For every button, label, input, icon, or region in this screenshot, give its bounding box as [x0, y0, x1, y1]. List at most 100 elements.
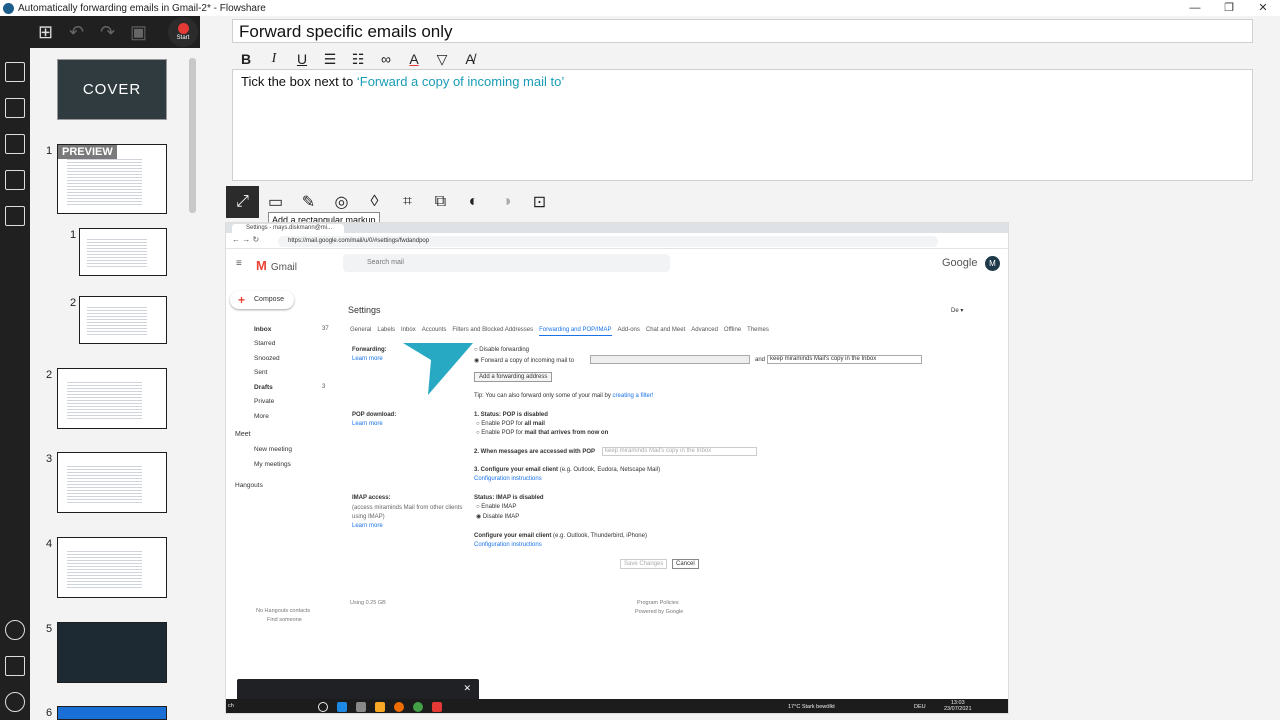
- pop-enable-all: ○ Enable POP for all mail: [476, 421, 545, 427]
- new-document-icon[interactable]: [5, 62, 25, 82]
- highlight-icon[interactable]: ▽: [428, 48, 456, 70]
- pop-configure: 3. Configure your email client (e.g. Out…: [474, 467, 661, 473]
- menu-icon: ≡: [236, 258, 242, 269]
- step-editor: Forward specific emails only B I U ☰ ☷ ∞…: [200, 16, 1280, 720]
- browser-address-bar: ← → ↻ https://mail.google.com/mail/u/0/#…: [226, 233, 1008, 249]
- storage-usage: Using 0.25 GB: [350, 600, 386, 606]
- disabled-tool-icon[interactable]: ◑: [490, 186, 523, 218]
- save-changes-button: Save Changes: [620, 559, 668, 569]
- info-icon[interactable]: [5, 692, 25, 712]
- nav-item: Inbox: [254, 326, 272, 333]
- settings-tab: Themes: [747, 327, 769, 333]
- pop-config-link: Configuration instructions: [474, 476, 542, 482]
- thumb-number: 4: [46, 538, 53, 550]
- step-thumbnail[interactable]: [57, 537, 167, 598]
- crop-region-icon[interactable]: ⧉: [424, 186, 457, 218]
- capture-icon[interactable]: ▣: [123, 18, 154, 46]
- step-screenshot[interactable]: Settings - mays.diskmann@mi... ← → ↻ htt…: [225, 222, 1009, 714]
- cancel-button: Cancel: [672, 559, 699, 569]
- add-step-icon[interactable]: ⊞: [30, 18, 61, 46]
- sub-step-thumbnail[interactable]: [79, 296, 167, 344]
- start-recording-button[interactable]: Start: [168, 17, 198, 47]
- help-icon[interactable]: [5, 656, 25, 676]
- powered-by: Powered by Google: [635, 609, 684, 615]
- step-thumbnail[interactable]: [57, 622, 167, 683]
- arrow-markup-icon: [403, 343, 473, 395]
- numbered-list-icon[interactable]: ☰: [316, 48, 344, 70]
- preview-thumbnail[interactable]: PREVIEW: [57, 144, 167, 214]
- thumb-number: 1: [46, 145, 53, 157]
- redo-icon[interactable]: ↷: [92, 18, 123, 46]
- browser-url: https://mail.google.com/mail/u/0/#settin…: [278, 236, 938, 247]
- insert-image-icon[interactable]: ⊡: [523, 186, 556, 218]
- nav-item: Private: [254, 398, 275, 405]
- forwarding-label: Forwarding:: [352, 347, 387, 353]
- step-title-input[interactable]: Forward specific emails only: [232, 19, 1253, 43]
- nav-arrows-icon: ← → ↻: [232, 235, 260, 244]
- window-title: Automatically forwarding emails in Gmail…: [18, 2, 266, 14]
- open-folder-icon[interactable]: [5, 98, 25, 118]
- taskbar-search: ch: [228, 703, 234, 709]
- thumb-number: 6: [46, 707, 53, 719]
- settings-tab: Labels: [377, 327, 396, 333]
- pop-label: POP download:: [352, 412, 397, 418]
- gmail-logo: M Gmail: [256, 258, 297, 273]
- settings-title: Settings: [348, 305, 381, 315]
- close-window-button[interactable]: ✕: [1246, 0, 1280, 16]
- start-label: Start: [176, 35, 190, 41]
- settings-tabs: General Labels Inbox Accounts Filters and Bl…: [350, 327, 775, 336]
- palette-icon[interactable]: ◐: [457, 186, 490, 218]
- thumbnail-scrollbar[interactable]: [189, 58, 196, 213]
- clock: 13:03 23/07/2021: [944, 700, 972, 712]
- settings-tab: Inbox: [401, 327, 416, 333]
- underline-button[interactable]: U: [288, 48, 316, 70]
- thumb-number: 5: [46, 623, 53, 635]
- italic-button[interactable]: I: [260, 48, 288, 70]
- enable-imap-radio: ○ Enable IMAP: [476, 504, 517, 510]
- locale: DEU: [914, 704, 926, 710]
- nav-count: 3: [322, 384, 326, 390]
- sub-step-thumbnail[interactable]: [79, 228, 167, 276]
- weather: 17°C Stark bewölkt: [788, 704, 835, 710]
- description-text: Tick the box next to: [241, 74, 357, 89]
- font-color-icon[interactable]: A: [400, 48, 428, 70]
- bold-button[interactable]: B: [232, 48, 260, 70]
- clear-format-icon[interactable]: A̸: [456, 48, 484, 70]
- edge-icon: [337, 702, 347, 712]
- cover-thumbnail[interactable]: COVER: [57, 59, 167, 120]
- export-icon[interactable]: [5, 206, 25, 226]
- nav-count: 37: [322, 326, 329, 332]
- meet-heading: Meet: [235, 431, 251, 438]
- description-highlight: ‘Forward a copy of incoming mail to’: [356, 74, 565, 89]
- link-icon[interactable]: ∞: [372, 48, 400, 70]
- nav-item: Drafts: [254, 384, 273, 391]
- language-select: De ▾: [951, 308, 964, 314]
- settings-gear-icon[interactable]: [5, 620, 25, 640]
- step-thumbnail[interactable]: [57, 368, 167, 429]
- step-thumbnail[interactable]: [57, 706, 167, 720]
- nav-item: Snoozed: [254, 355, 280, 362]
- pop-when: 2. When messages are accessed with POP: [474, 449, 596, 455]
- nav-item: Starred: [254, 340, 276, 347]
- imap-status: Status: IMAP is disabled: [474, 495, 544, 501]
- browser-tabstrip: Settings - mays.diskmann@mi...: [226, 223, 1008, 233]
- maximize-button[interactable]: ❐: [1212, 0, 1246, 16]
- bullet-list-icon[interactable]: ☷: [344, 48, 372, 70]
- step-thumbnail[interactable]: [57, 452, 167, 513]
- learn-more-link: Learn more: [352, 356, 383, 362]
- window-titlebar: Automatically forwarding emails in Gmail…: [0, 0, 1280, 16]
- undo-icon[interactable]: ↶: [61, 18, 92, 46]
- minimize-button[interactable]: —: [1178, 0, 1212, 16]
- step-description-editor[interactable]: Tick the box next to ‘Forward a copy of …: [232, 69, 1253, 181]
- save-icon[interactable]: [5, 134, 25, 154]
- thumb-number: 3: [46, 453, 53, 465]
- edit-document-icon[interactable]: [5, 170, 25, 190]
- forward-address-select: [590, 355, 750, 364]
- settings-tab: Accounts: [421, 327, 447, 333]
- avatar: M: [985, 256, 1000, 271]
- fit-to-screen-icon[interactable]: ⤢: [226, 186, 259, 218]
- browser-tab: Settings - mays.diskmann@mi...: [232, 224, 344, 233]
- app-icon: [356, 702, 366, 712]
- crop-icon[interactable]: ⌗: [391, 186, 424, 218]
- gmail-settings: Settings De ▾ General Labels Inbox Accounts…: [348, 305, 988, 569]
